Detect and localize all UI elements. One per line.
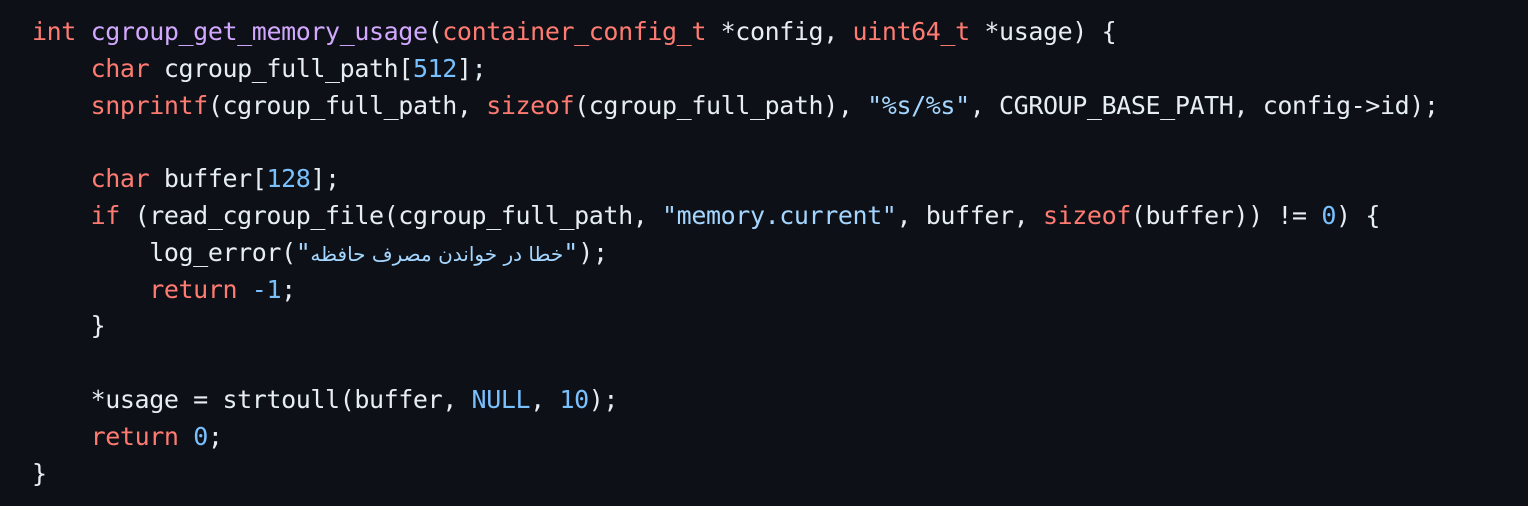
code-token: return (90, 421, 179, 451)
code-token: , buffer, (896, 200, 1043, 230)
code-token: char (90, 164, 150, 194)
code-token: 512 (412, 53, 457, 83)
code-token: ); (578, 237, 608, 267)
code-token: 0 (1321, 200, 1337, 230)
code-token: , CGROUP_BASE_PATH, config->id); (969, 90, 1439, 120)
code-token: (cgroup_full_path, (207, 90, 487, 120)
code-token: ]; (456, 53, 487, 83)
code-token: (buffer)) != (1130, 200, 1322, 230)
code-token: cgroup_full_path[ (149, 53, 413, 83)
code-token: 0 (193, 421, 208, 451)
code-token: (cgroup_full_path), (574, 90, 868, 120)
code-token: , (530, 384, 560, 414)
code-token: int (32, 17, 76, 46)
code-token: ]; (310, 164, 340, 194)
code-token: ) { (1336, 200, 1380, 230)
code-token: } (32, 458, 47, 488)
code-token: NULL (471, 384, 531, 414)
code-token: cgroup_get_memory_usage (90, 17, 428, 46)
code-line: } (32, 456, 1528, 493)
code-editor[interactable]: int cgroup_get_memory_usage(container_co… (0, 0, 1528, 506)
code-token: (read_cgroup_file(cgroup_full_path, (119, 200, 663, 230)
code-token: *usage = strtoull(buffer, (32, 384, 472, 414)
code-line: char cgroup_full_path[512]; (32, 51, 1528, 88)
code-token: *config, (706, 17, 853, 46)
code-token: 128 (266, 164, 311, 194)
code-token: ; (281, 274, 296, 304)
code-token: "memory.current" (662, 200, 897, 230)
code-token: ( (427, 17, 443, 46)
code-token: sizeof (1042, 200, 1131, 230)
code-line: int cgroup_get_memory_usage(container_co… (32, 14, 1528, 51)
code-line: } (32, 308, 1528, 345)
code-line: if (read_cgroup_file(cgroup_full_path, "… (32, 198, 1528, 235)
code-line: char buffer[128]; (32, 161, 1528, 198)
code-token: if (90, 200, 121, 230)
code-token: return (149, 274, 238, 304)
code-token: -1 (251, 274, 282, 304)
code-line: return -1; (32, 272, 1528, 309)
code-token: "%s/%s" (867, 90, 970, 120)
code-token: uint64_t (852, 17, 971, 46)
code-token: 10 (559, 384, 589, 414)
code-token: ; (207, 421, 223, 451)
code-token: "خطا در خواندن مصرف حافظه" (295, 237, 579, 267)
code-token: sizeof (486, 90, 575, 120)
code-line: *usage = strtoull(buffer, NULL, 10); (32, 382, 1528, 419)
code-block[interactable]: int cgroup_get_memory_usage(container_co… (32, 14, 1528, 492)
code-token: buffer[ (149, 164, 267, 194)
code-token: char (90, 53, 150, 83)
code-token: *usage) { (969, 17, 1117, 46)
code-token: } (32, 311, 106, 341)
code-token: container_config_t (442, 17, 706, 46)
code-token: ); (588, 384, 619, 414)
code-token: snprintf (90, 90, 209, 120)
code-line: snprintf(cgroup_full_path, sizeof(cgroup… (32, 88, 1528, 125)
code-line: return 0; (32, 419, 1528, 456)
code-token: log_error( (32, 237, 296, 267)
code-line: log_error("خطا در خواندن مصرف حافظه"); (32, 235, 1528, 272)
